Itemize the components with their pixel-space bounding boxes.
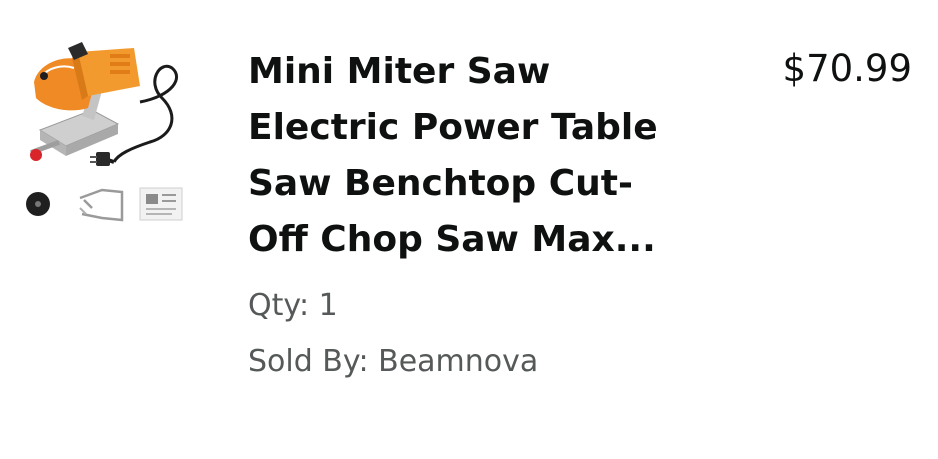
product-title-line: Off Chop Saw Max... [248,219,656,260]
quantity-value: 1 [318,288,338,323]
product-title-link[interactable]: Mini Miter Saw Electric Power Table Saw … [248,44,728,268]
product-thumbnail[interactable] [22,38,202,234]
quantity-row: Qty: 1 [248,278,728,334]
item-price: $70.99 [782,47,912,90]
product-title-line: Saw Benchtop Cut- [248,163,633,204]
item-details: Mini Miter Saw Electric Power Table Saw … [248,44,728,390]
quantity-label: Qty: [248,288,310,323]
product-title-line: Electric Power Table [248,107,658,148]
order-item-row: Mini Miter Saw Electric Power Table Saw … [0,0,938,459]
product-title-line: Mini Miter Saw [248,51,551,92]
miter-saw-icon [26,42,183,222]
seller-label: Sold By: [248,344,369,379]
seller-name: Beamnova [378,344,539,379]
seller-row: Sold By: Beamnova [248,334,728,390]
item-meta: Qty: 1 Sold By: Beamnova [248,278,728,390]
